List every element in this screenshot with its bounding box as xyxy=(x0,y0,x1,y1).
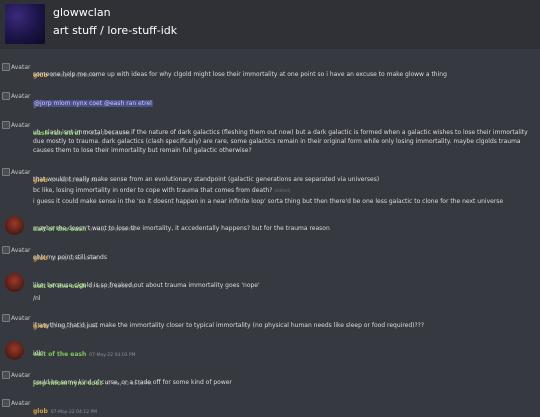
avatar-broken-image: Avatar xyxy=(2,314,30,322)
message-text: /nl xyxy=(33,295,41,302)
message-text: like, because clgold is so freaked out a… xyxy=(33,282,260,289)
avatar-broken-image: Avatar xyxy=(2,121,30,129)
broken-image-icon xyxy=(2,314,10,322)
edited-indicator: (edited) xyxy=(274,188,291,193)
message-timestamp: 07-May-22 04:03 PM xyxy=(89,353,136,358)
avatar-alt-text: Avatar xyxy=(11,92,31,100)
avatar[interactable] xyxy=(5,273,24,292)
broken-image-icon xyxy=(2,92,10,100)
avatar-broken-image: Avatar xyxy=(2,168,30,176)
message-author[interactable]: glob xyxy=(33,408,48,415)
message-text: @jorp mlom nynx coet @eash ran etrel xyxy=(33,100,153,107)
avatar-alt-text: Avatar xyxy=(11,371,31,379)
guild-icon[interactable] xyxy=(5,4,45,44)
avatar-alt-text: Avatar xyxy=(11,121,31,129)
broken-image-icon xyxy=(2,399,10,407)
avatar-alt-text: Avatar xyxy=(11,399,31,407)
avatar-broken-image: Avatar xyxy=(2,92,30,100)
message-text: that wouldnt really make sense from an e… xyxy=(33,176,380,183)
message-text: idk xyxy=(33,350,42,357)
avatar-broken-image: Avatar xyxy=(2,371,30,379)
message-text: bc like, losing immortality in order to … xyxy=(33,187,290,194)
message-text: uh- clash isnt immortal because if the n… xyxy=(33,129,528,154)
message-text-content: bc like, losing immortality in order to … xyxy=(33,187,273,194)
message-text: could be some kind of curse, or a trade … xyxy=(33,379,232,386)
avatar-alt-text: Avatar xyxy=(11,63,31,71)
user-mention[interactable]: @jorp mlom nynx coet @eash ran etrel xyxy=(33,100,153,107)
avatar[interactable] xyxy=(5,341,24,360)
avatar-broken-image: Avatar xyxy=(2,63,30,71)
message-timestamp: 07-May-22 04:12 PM xyxy=(50,410,98,415)
avatar[interactable] xyxy=(5,216,24,235)
avatar-alt-text: Avatar xyxy=(11,246,31,254)
message-text: i guess it could make sense in the 'so i… xyxy=(33,198,504,205)
avatar-broken-image: Avatar xyxy=(2,246,30,254)
avatar-broken-image: Avatar xyxy=(2,399,30,407)
avatar-alt-text: Avatar xyxy=(11,168,31,176)
channel-path: art stuff / lore-stuff-idk xyxy=(53,24,178,37)
avatar-alt-text: Avatar xyxy=(11,314,31,322)
broken-image-icon xyxy=(2,168,10,176)
broken-image-icon xyxy=(2,121,10,129)
broken-image-icon xyxy=(2,246,10,254)
message-text: someone help me come up with ideas for w… xyxy=(33,71,447,78)
channel-header: glowwclan art stuff / lore-stuff-idk xyxy=(0,0,540,49)
message-text: ehh my point still stands xyxy=(33,254,107,261)
broken-image-icon xyxy=(2,63,10,71)
broken-image-icon xyxy=(2,371,10,379)
guild-name: glowwclan xyxy=(53,6,111,19)
message-text: if anything that'd just make the immorta… xyxy=(33,322,425,329)
message-list[interactable]: Avatar glob 07-May-22 03:14 PM someone he… xyxy=(0,49,540,415)
message-text: maybe she doesn't want to lose the imort… xyxy=(33,225,330,232)
